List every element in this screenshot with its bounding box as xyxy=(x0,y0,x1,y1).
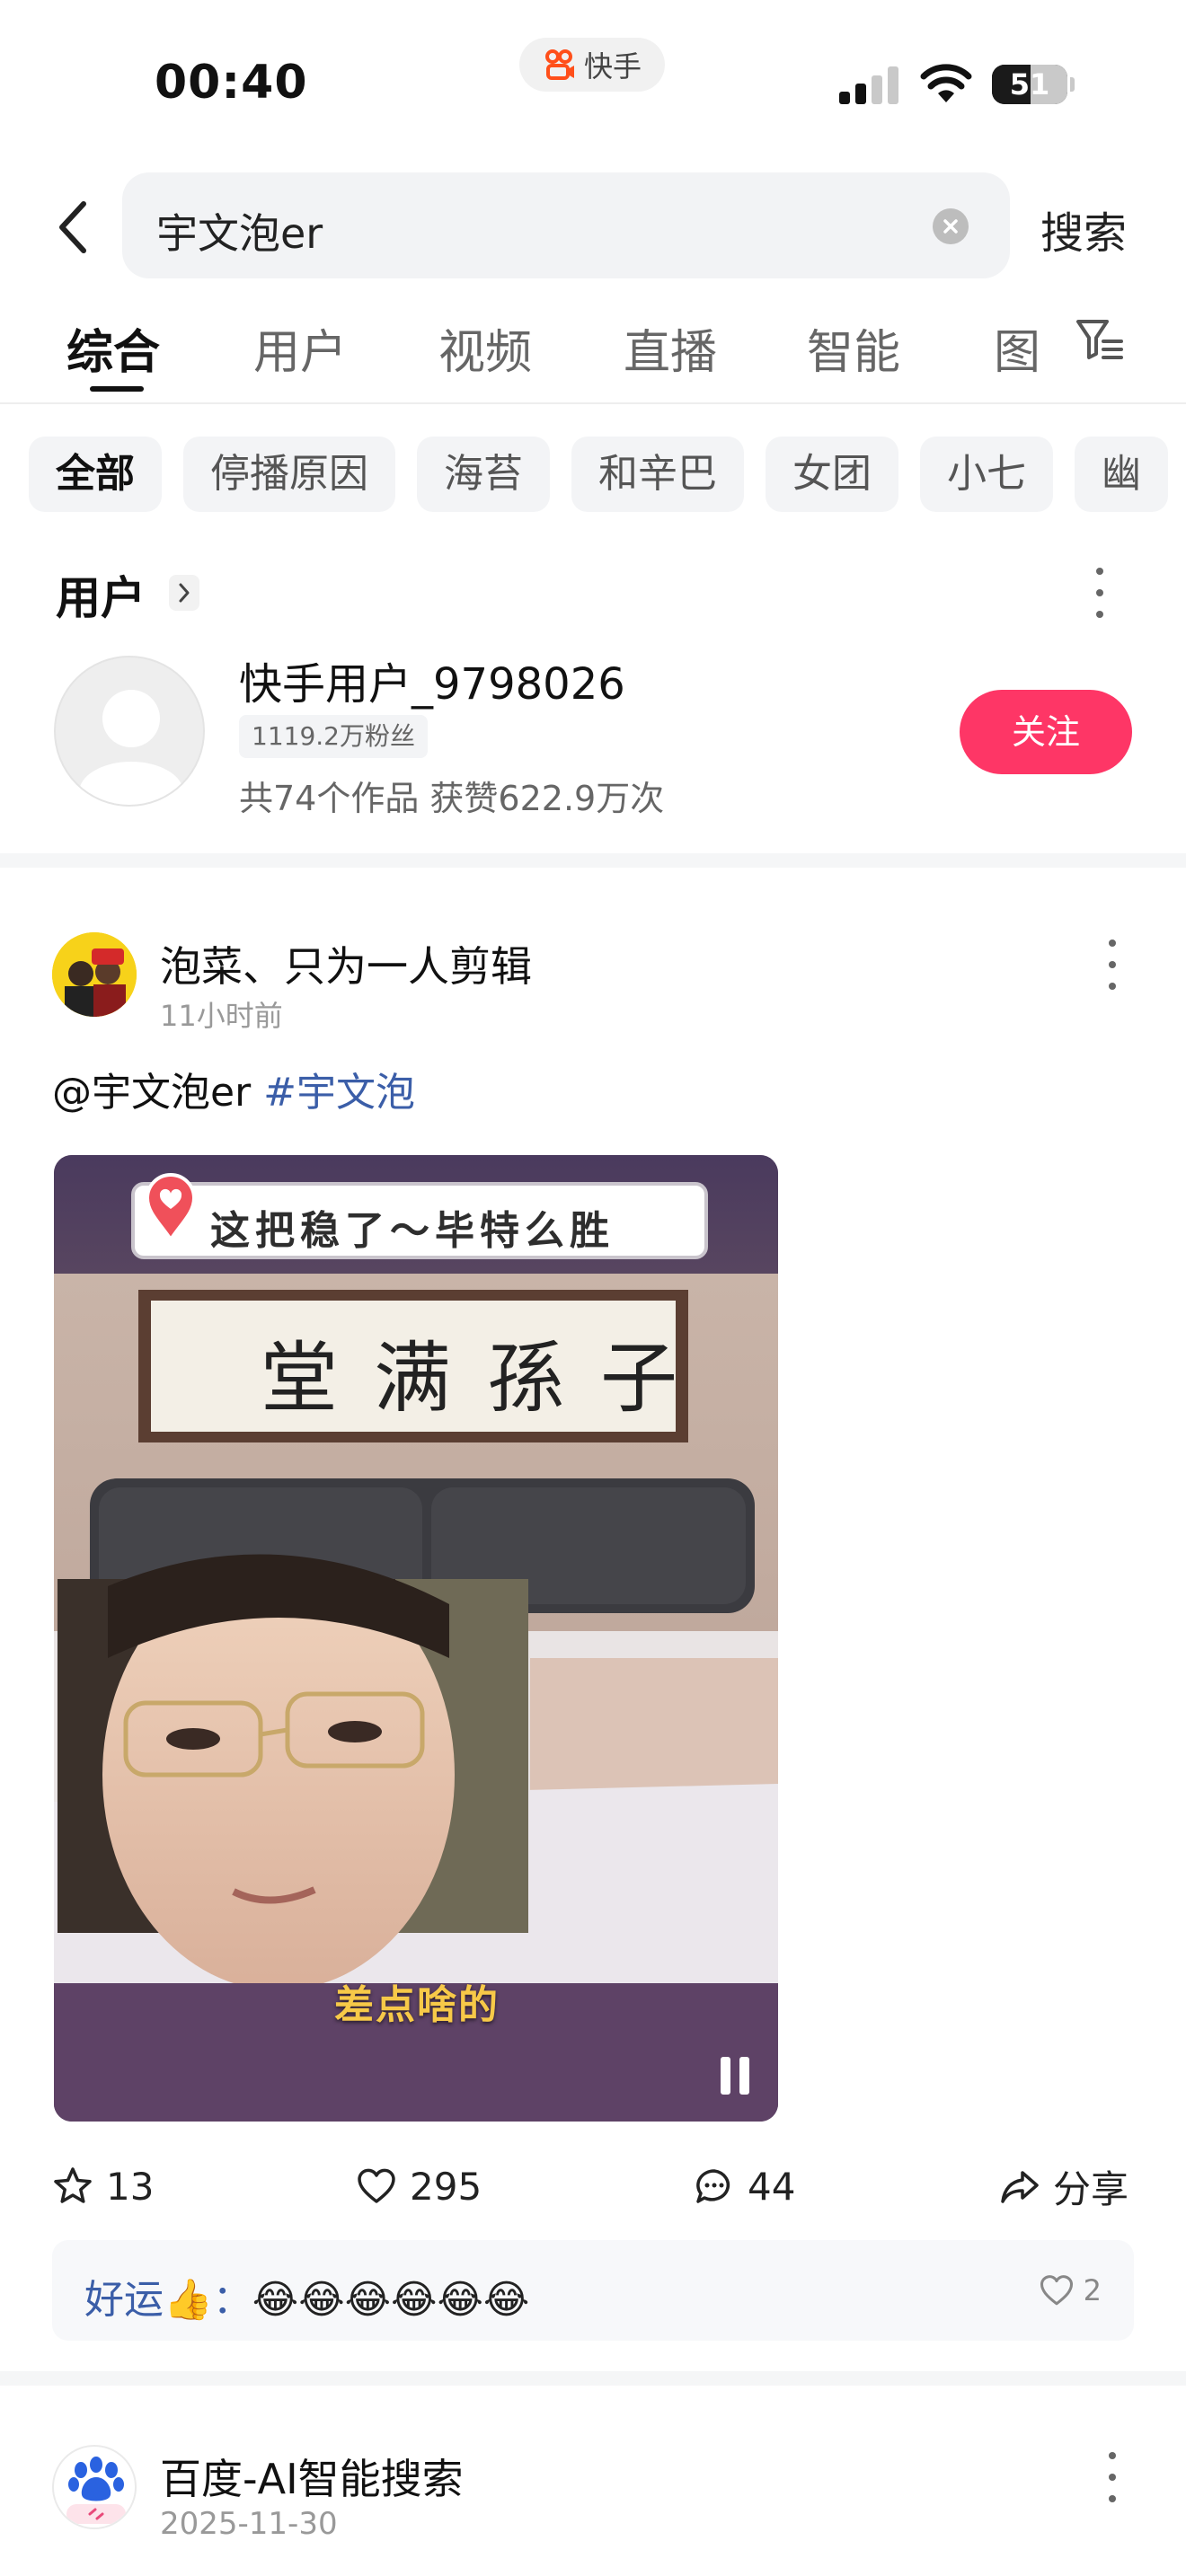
avatar[interactable] xyxy=(54,656,205,807)
tab-live[interactable]: 直播 xyxy=(624,314,717,382)
video-subtitle: 差点啥的 xyxy=(334,1982,500,2028)
user-stats: 共74个作品 获赞622.9万次 xyxy=(239,779,665,818)
next-post-author[interactable]: 百度-AI智能搜索 xyxy=(160,2447,464,2506)
collect-button[interactable]: 13 xyxy=(52,2159,154,2213)
like-count: 295 xyxy=(410,2164,482,2209)
status-bar: 00:40 快手 51 xyxy=(0,0,1186,162)
result-tabs: 综合 用户 视频 直播 智能 图 xyxy=(0,305,1186,404)
post-author-avatar[interactable] xyxy=(52,932,137,1017)
kuaishou-logo-icon xyxy=(544,49,574,80)
post-caption: @宇文泡er #宇文泡 xyxy=(52,1060,415,1117)
user-section-title[interactable]: 用户 xyxy=(56,562,146,627)
collect-count: 13 xyxy=(106,2164,155,2209)
default-avatar-icon xyxy=(79,690,183,805)
fans-count-badge: 1119.2万粉丝 xyxy=(239,715,428,758)
chevron-left-icon xyxy=(59,201,86,253)
filter-chip-row: 全部 停播原因 海苔 和辛巴 女团 小七幽 xyxy=(29,437,1186,512)
comment-button[interactable]: 44 xyxy=(694,2159,795,2213)
svg-text:堂满孫子: 堂满孫子 xyxy=(261,1334,713,1424)
author-avatar-image xyxy=(52,932,137,1017)
heart-icon xyxy=(358,2168,395,2203)
clear-search-button[interactable] xyxy=(933,208,969,244)
video-overlay-title: 这把稳了～毕特么胜 xyxy=(210,1208,615,1254)
next-post-avatar[interactable] xyxy=(52,2445,137,2529)
chevron-right-icon xyxy=(179,583,190,603)
cellular-signal-icon xyxy=(839,66,898,104)
chip-haitai[interactable]: 海苔 xyxy=(417,437,550,512)
comment-like-count: 2 xyxy=(1083,2273,1102,2307)
tab-smart[interactable]: 智能 xyxy=(807,314,900,382)
battery-tip xyxy=(1070,77,1075,92)
search-submit-button[interactable]: 搜索 xyxy=(1040,198,1127,260)
top-comment-text: 好运👍：😂😂😂😂😂😂 xyxy=(84,2267,529,2325)
baidu-paw-logo-icon xyxy=(66,2457,126,2524)
app-indicator-pill[interactable]: 快手 xyxy=(519,38,665,92)
next-post-more-options-icon[interactable] xyxy=(1105,2452,1120,2502)
top-comment-author: 好运👍： xyxy=(84,2277,252,2323)
like-button[interactable]: 295 xyxy=(356,2159,482,2213)
top-comment-emojis: 😂😂😂😂😂😂 xyxy=(252,2277,530,2323)
battery-percent: 51 xyxy=(1009,67,1050,101)
heart-pin-icon xyxy=(145,1173,197,1241)
chip-more[interactable]: 幽 xyxy=(1075,437,1168,512)
section-divider xyxy=(0,853,1186,868)
star-icon xyxy=(54,2167,92,2203)
battery-indicator: 51 xyxy=(992,65,1075,104)
post-hashtag[interactable]: #宇文泡 xyxy=(263,1070,415,1116)
video-overlay-title-box: 这把稳了～毕特么胜 xyxy=(131,1182,708,1259)
user-section-more-button[interactable] xyxy=(169,575,199,611)
battery-body: 51 xyxy=(992,65,1067,104)
top-comment[interactable]: 好运👍：😂😂😂😂😂😂 2 xyxy=(52,2240,1134,2341)
search-query-text[interactable]: 宇文泡er xyxy=(156,201,323,260)
comment-like-button[interactable]: 2 xyxy=(1039,2272,1102,2308)
tab-images[interactable]: 图 xyxy=(994,314,1040,382)
next-post-timestamp: 2025-11-30 xyxy=(160,2506,338,2542)
comment-count: 44 xyxy=(748,2164,796,2209)
user-name[interactable]: 快手用户_9798026 xyxy=(239,648,625,711)
more-options-icon[interactable] xyxy=(1093,568,1107,618)
wifi-icon xyxy=(920,64,972,102)
search-input[interactable]: 宇文泡er xyxy=(122,172,1010,278)
tab-comprehensive[interactable]: 综合 xyxy=(66,314,160,382)
post-author-name[interactable]: 泡菜、只为一人剪辑 xyxy=(160,934,532,993)
post-video[interactable]: 堂满孫子 这把稳了～毕特么胜 差点啥的 xyxy=(54,1155,778,2122)
tab-users[interactable]: 用户 xyxy=(253,314,347,382)
chip-xiaoqi[interactable]: 小七 xyxy=(920,437,1053,512)
heart-icon xyxy=(1040,2275,1073,2306)
active-tab-underline xyxy=(90,386,144,392)
share-label: 分享 xyxy=(1053,2166,1129,2211)
chip-all[interactable]: 全部 xyxy=(29,437,162,512)
share-button[interactable]: 分享 xyxy=(999,2159,1128,2213)
back-button[interactable] xyxy=(50,196,95,259)
tab-videos[interactable]: 视频 xyxy=(438,314,532,382)
close-icon xyxy=(943,219,958,234)
section-divider xyxy=(0,2371,1186,2386)
post-more-options-icon[interactable] xyxy=(1105,940,1120,990)
share-icon xyxy=(1001,2171,1039,2203)
app-pill-label: 快手 xyxy=(583,49,642,84)
post-mention[interactable]: @宇文泡er xyxy=(52,1070,251,1116)
chip-xinba[interactable]: 和辛巴 xyxy=(571,437,744,512)
status-time: 00:40 xyxy=(155,56,308,110)
filter-icon[interactable] xyxy=(1075,314,1125,365)
pause-icon[interactable] xyxy=(717,2053,753,2098)
chip-girl-group[interactable]: 女团 xyxy=(766,437,898,512)
post-timestamp: 11小时前 xyxy=(160,999,283,1033)
follow-button[interactable]: 关注 xyxy=(960,690,1132,774)
chip-reason[interactable]: 停播原因 xyxy=(183,437,395,512)
comment-icon xyxy=(696,2169,730,2203)
